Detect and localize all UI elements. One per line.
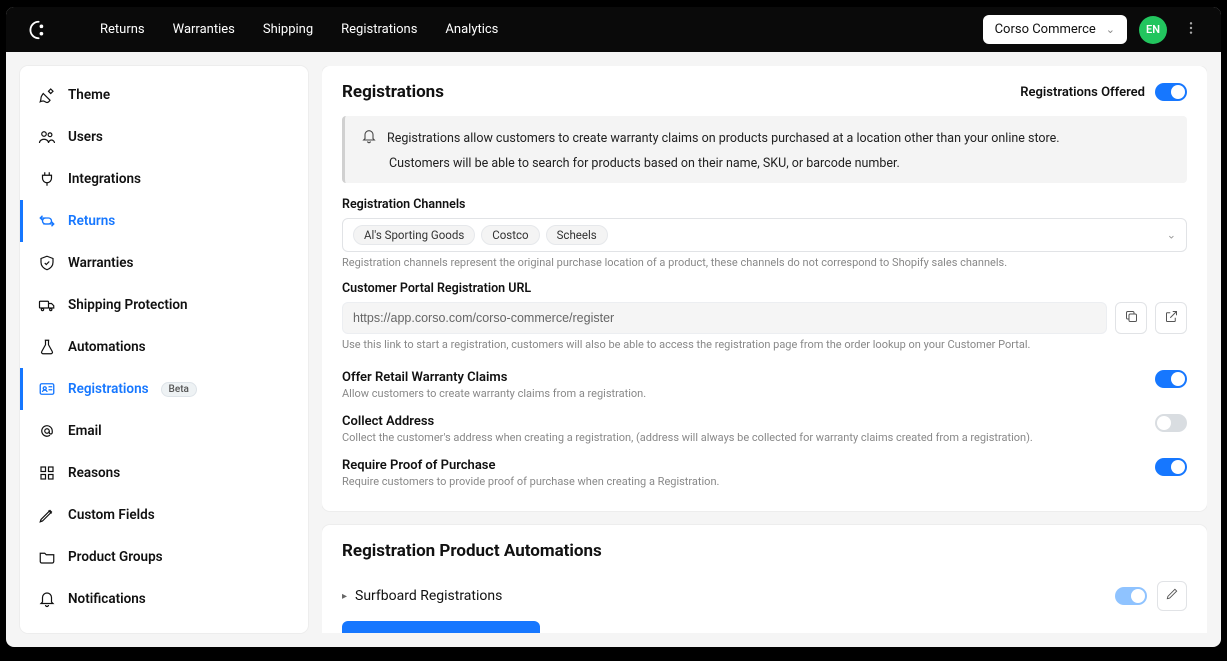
setting-desc: Require customers to provide proof of pu… — [342, 475, 719, 488]
sidebar-item-label: Warranties — [68, 255, 133, 271]
bell-icon — [38, 590, 56, 608]
automation-toggle[interactable] — [1115, 587, 1147, 605]
setting-title: Collect Address — [342, 414, 1033, 429]
setting-desc: Collect the customer's address when crea… — [342, 431, 1033, 444]
copy-icon — [1124, 309, 1139, 328]
sidebar-item-email[interactable]: Email — [20, 410, 308, 452]
info-box: Registrations allow customers to create … — [342, 116, 1187, 183]
channel-chip[interactable]: Al's Sporting Goods — [353, 225, 475, 245]
store-selector-label: Corso Commerce — [995, 22, 1096, 37]
setting-toggle-offer-retail[interactable] — [1155, 370, 1187, 388]
sidebar-item-label: Registrations — [68, 381, 149, 397]
topnav-returns[interactable]: Returns — [100, 22, 145, 37]
pen-icon — [38, 506, 56, 524]
id-card-icon — [38, 380, 56, 398]
url-label: Customer Portal Registration URL — [342, 281, 1187, 296]
sidebar-item-shipping-protection[interactable]: Shipping Protection — [20, 284, 308, 326]
info-line-2: Customers will be able to search for pro… — [389, 156, 1171, 171]
sidebar-item-warranties[interactable]: Warranties — [20, 242, 308, 284]
setting-require-proof: Require Proof of Purchase Require custom… — [342, 451, 1187, 495]
sidebar-item-returns[interactable]: Returns — [20, 200, 308, 242]
external-link-icon — [1164, 309, 1179, 328]
registrations-offered-label: Registrations Offered — [1020, 85, 1145, 100]
beta-badge: Beta — [161, 382, 197, 397]
sidebar-item-label: Notifications — [68, 591, 146, 607]
chevron-down-icon: ⌄ — [1167, 229, 1176, 242]
sidebar-item-label: Product Groups — [68, 549, 163, 565]
add-automation-label: Add Product Automation — [373, 631, 526, 633]
open-link-button[interactable] — [1155, 302, 1187, 334]
sidebar-item-theme[interactable]: Theme — [20, 74, 308, 116]
sidebar-item-label: Users — [68, 129, 103, 145]
panel-title: Registrations — [342, 82, 444, 102]
document-icon — [38, 632, 56, 633]
pencil-icon — [1165, 587, 1179, 605]
sidebar-item-label: Theme — [68, 87, 110, 103]
sidebar-item-notifications[interactable]: Notifications — [20, 578, 308, 620]
setting-toggle-collect-address[interactable] — [1155, 414, 1187, 432]
channels-multiselect[interactable]: Al's Sporting Goods Costco Scheels ⌄ — [342, 218, 1187, 252]
caret-right-icon: ▸ — [342, 591, 347, 602]
grid-icon — [38, 464, 56, 482]
sidebar-item-label: Reasons — [68, 465, 120, 481]
setting-offer-retail-warranty: Offer Retail Warranty Claims Allow custo… — [342, 363, 1187, 407]
setting-title: Offer Retail Warranty Claims — [342, 370, 646, 385]
kebab-menu-icon[interactable] — [1179, 16, 1203, 44]
truck-shield-icon — [38, 296, 56, 314]
sidebar-item-label: Custom Fields — [68, 507, 155, 523]
sidebar-item-users[interactable]: Users — [20, 116, 308, 158]
returns-icon — [38, 212, 56, 230]
registration-url-input[interactable] — [342, 302, 1107, 334]
channels-help: Registration channels represent the orig… — [342, 256, 1187, 269]
sidebar-item-label: Returns — [68, 213, 115, 229]
sidebar: Theme Users Integrations Returns Warrant… — [20, 66, 308, 633]
sidebar-item-automations[interactable]: Automations — [20, 326, 308, 368]
sidebar-item-label: Email — [68, 423, 102, 439]
chevron-down-icon: ⌄ — [1106, 23, 1115, 36]
sidebar-item-registrations[interactable]: Registrations Beta — [20, 368, 308, 410]
registrations-offered-toggle[interactable] — [1155, 83, 1187, 101]
plus-icon: + — [356, 630, 365, 633]
setting-toggle-require-proof[interactable] — [1155, 458, 1187, 476]
sidebar-item-integrations[interactable]: Integrations — [20, 158, 308, 200]
info-line-1: Registrations allow customers to create … — [387, 131, 1060, 146]
automation-name: Surfboard Registrations — [355, 588, 502, 604]
flask-icon — [38, 338, 56, 356]
topnav-warranties[interactable]: Warranties — [173, 22, 235, 37]
sidebar-item-label: Integrations — [68, 171, 141, 187]
sidebar-item-shipping-policies[interactable]: Shipping Policies — [20, 620, 308, 633]
automations-title: Registration Product Automations — [342, 541, 1187, 561]
channel-chip[interactable]: Costco — [481, 225, 539, 245]
sidebar-item-product-groups[interactable]: Product Groups — [20, 536, 308, 578]
setting-desc: Allow customers to create warranty claim… — [342, 387, 646, 400]
setting-title: Require Proof of Purchase — [342, 458, 719, 473]
sidebar-item-label: Shipping Protection — [68, 297, 188, 313]
users-icon — [38, 128, 56, 146]
folder-icon — [38, 548, 56, 566]
store-selector[interactable]: Corso Commerce ⌄ — [983, 15, 1127, 44]
edit-automation-button[interactable] — [1157, 581, 1187, 611]
channel-chip[interactable]: Scheels — [546, 225, 608, 245]
logo — [24, 19, 46, 41]
automations-panel: Registration Product Automations ▸ Surfb… — [322, 525, 1207, 633]
paintbrush-icon — [38, 86, 56, 104]
sidebar-item-custom-fields[interactable]: Custom Fields — [20, 494, 308, 536]
bell-icon — [361, 128, 377, 148]
topnav-registrations[interactable]: Registrations — [341, 22, 417, 37]
url-help: Use this link to start a registration, c… — [342, 338, 1187, 351]
topnav-shipping[interactable]: Shipping — [263, 22, 313, 37]
shield-check-icon — [38, 254, 56, 272]
automation-row[interactable]: ▸ Surfboard Registrations — [342, 571, 1187, 621]
topnav-analytics[interactable]: Analytics — [445, 22, 498, 37]
channels-label: Registration Channels — [342, 197, 1187, 212]
copy-button[interactable] — [1115, 302, 1147, 334]
registrations-panel: Registrations Registrations Offered Regi… — [322, 66, 1207, 511]
add-product-automation-button[interactable]: + Add Product Automation — [342, 621, 540, 633]
avatar[interactable]: EN — [1139, 16, 1167, 44]
at-icon — [38, 422, 56, 440]
setting-collect-address: Collect Address Collect the customer's a… — [342, 407, 1187, 451]
plug-icon — [38, 170, 56, 188]
sidebar-item-reasons[interactable]: Reasons — [20, 452, 308, 494]
sidebar-item-label: Automations — [68, 339, 146, 355]
